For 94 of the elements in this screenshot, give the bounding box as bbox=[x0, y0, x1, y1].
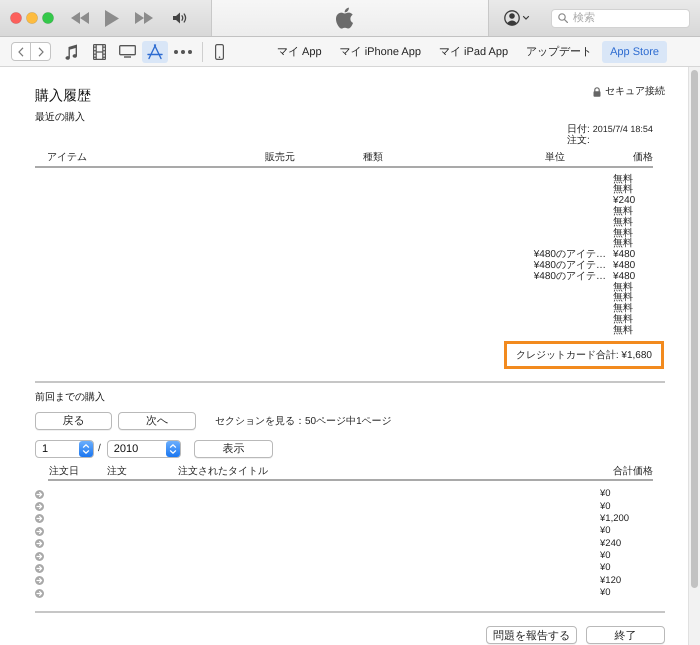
unit-cell-text: ¥480のアイテ… bbox=[534, 250, 606, 260]
price-cell-text: ¥480 bbox=[613, 272, 636, 282]
total-cell-text: ¥240 bbox=[600, 538, 622, 550]
apple-logo-icon bbox=[334, 6, 354, 30]
price-cell-text: ¥240 bbox=[613, 196, 636, 206]
price-cell-text: 無料 bbox=[613, 282, 634, 293]
next-page-button[interactable]: 次へ bbox=[118, 412, 196, 430]
stepper-icon bbox=[79, 440, 93, 457]
circle-arrow-icon[interactable] bbox=[35, 588, 44, 598]
total-cell-text: ¥1,200 bbox=[600, 512, 630, 525]
play-icon[interactable] bbox=[105, 10, 119, 26]
date-label: 日付: bbox=[567, 124, 590, 134]
chevron-left-icon bbox=[18, 46, 24, 56]
done-button[interactable]: 終了 bbox=[586, 626, 665, 644]
phone-icon bbox=[214, 44, 224, 60]
circle-arrow-icon[interactable] bbox=[35, 552, 44, 561]
total-cell-text: ¥120 bbox=[600, 574, 622, 587]
column-header: 合計価格 bbox=[613, 466, 653, 478]
previous-page-button[interactable]: 戻る bbox=[35, 412, 112, 430]
price-cell-text: 無料 bbox=[613, 314, 634, 325]
year-select[interactable]: 2010 bbox=[106, 440, 181, 458]
nav-tab[interactable]: App Store bbox=[602, 40, 667, 62]
volume-icon[interactable] bbox=[173, 12, 188, 24]
monitor-icon bbox=[118, 45, 136, 58]
account-menu-icon[interactable] bbox=[504, 10, 532, 26]
minimize-button[interactable] bbox=[26, 12, 38, 24]
total-cell-text: ¥0 bbox=[600, 525, 612, 538]
month-select[interactable]: 1 bbox=[35, 440, 94, 458]
price-cell-text: 無料 bbox=[613, 304, 634, 314]
forward-button[interactable] bbox=[31, 42, 51, 61]
section-heading: 前回までの購入 bbox=[35, 390, 105, 405]
price-cell-text: 無料 bbox=[613, 174, 634, 185]
circle-arrow-icon[interactable] bbox=[35, 539, 44, 548]
nav-tab[interactable]: マイ iPad App bbox=[430, 40, 516, 62]
ellipsis-icon bbox=[174, 50, 192, 54]
total-cell-text: ¥0 bbox=[600, 562, 612, 574]
search-field[interactable]: 検索 bbox=[551, 8, 690, 28]
unit-cell-text: ¥480のアイテ… bbox=[534, 260, 606, 272]
column-header: 単位 bbox=[545, 152, 566, 164]
stepper-icon bbox=[166, 440, 180, 457]
column-header: 価格 bbox=[632, 152, 653, 164]
report-problem-button[interactable]: 問題を報告する bbox=[486, 626, 577, 644]
close-button[interactable] bbox=[10, 12, 22, 24]
total-cell-text: ¥0 bbox=[600, 488, 612, 500]
price-cell-text: 無料 bbox=[613, 239, 634, 250]
scrollbar-thumb[interactable] bbox=[691, 70, 698, 588]
device-button[interactable] bbox=[212, 42, 226, 62]
circle-arrow-icon[interactable] bbox=[35, 576, 44, 586]
secure-connection-label: セキュア接続 bbox=[605, 85, 665, 99]
column-header: 販売元 bbox=[265, 152, 296, 164]
column-header: アイテム bbox=[47, 152, 88, 164]
circle-arrow-icon[interactable] bbox=[35, 564, 44, 573]
price-cell-text: 無料 bbox=[613, 293, 634, 304]
order-label: 注文: bbox=[567, 134, 590, 146]
column-header: 注文されたタイトル bbox=[178, 466, 269, 478]
circle-arrow-icon[interactable] bbox=[35, 514, 44, 524]
nav-tab[interactable]: マイ iPhone App bbox=[332, 40, 429, 62]
price-cell-text: 無料 bbox=[613, 185, 634, 196]
page-info: セクションを見る：50ページ中1ページ bbox=[215, 414, 392, 428]
nav-tab[interactable]: マイ App bbox=[269, 40, 330, 62]
lock-icon bbox=[593, 87, 601, 97]
rewind-icon[interactable] bbox=[71, 12, 89, 24]
nav-tab[interactable]: アップデート bbox=[518, 40, 600, 62]
total-cell-text: ¥0 bbox=[600, 500, 612, 513]
zoom-button[interactable] bbox=[42, 12, 54, 24]
price-cell-text: 無料 bbox=[613, 218, 634, 228]
circle-arrow-icon[interactable] bbox=[35, 502, 44, 512]
circle-arrow-icon[interactable] bbox=[35, 490, 44, 499]
circle-arrow-icon[interactable] bbox=[35, 526, 44, 536]
price-cell-text: 無料 bbox=[613, 326, 634, 337]
fast-forward-icon[interactable] bbox=[135, 12, 153, 24]
film-strip-icon bbox=[92, 44, 106, 60]
section-heading: 最近の購入 bbox=[35, 111, 85, 125]
credit-card-total: クレジットカード合計: ¥1,680 bbox=[504, 340, 664, 369]
column-header: 種類 bbox=[363, 152, 384, 164]
column-header: 注文日 bbox=[49, 466, 80, 478]
total-cell-text: ¥0 bbox=[600, 587, 612, 600]
unit-cell: ¥480のアイテ… bbox=[534, 272, 606, 283]
price-cell-text: 無料 bbox=[613, 206, 634, 217]
search-icon bbox=[558, 13, 568, 23]
chevron-right-icon bbox=[38, 46, 44, 56]
total-cell-text: ¥0 bbox=[600, 550, 612, 562]
app-store-icon bbox=[147, 44, 163, 60]
show-button[interactable]: 表示 bbox=[194, 440, 273, 458]
price-cell-text: ¥480 bbox=[613, 250, 636, 261]
media-tab[interactable] bbox=[142, 40, 168, 62]
music-note-icon bbox=[64, 44, 78, 60]
price-cell-text: 無料 bbox=[613, 228, 634, 239]
column-header: 注文 bbox=[107, 466, 128, 478]
back-button[interactable] bbox=[11, 42, 31, 61]
date-value: 2015/7/4 18:54 bbox=[592, 124, 653, 134]
page-title: 購入履歴 bbox=[35, 86, 91, 105]
price-cell-text: ¥480 bbox=[613, 260, 636, 272]
date-separator: / bbox=[98, 443, 101, 454]
